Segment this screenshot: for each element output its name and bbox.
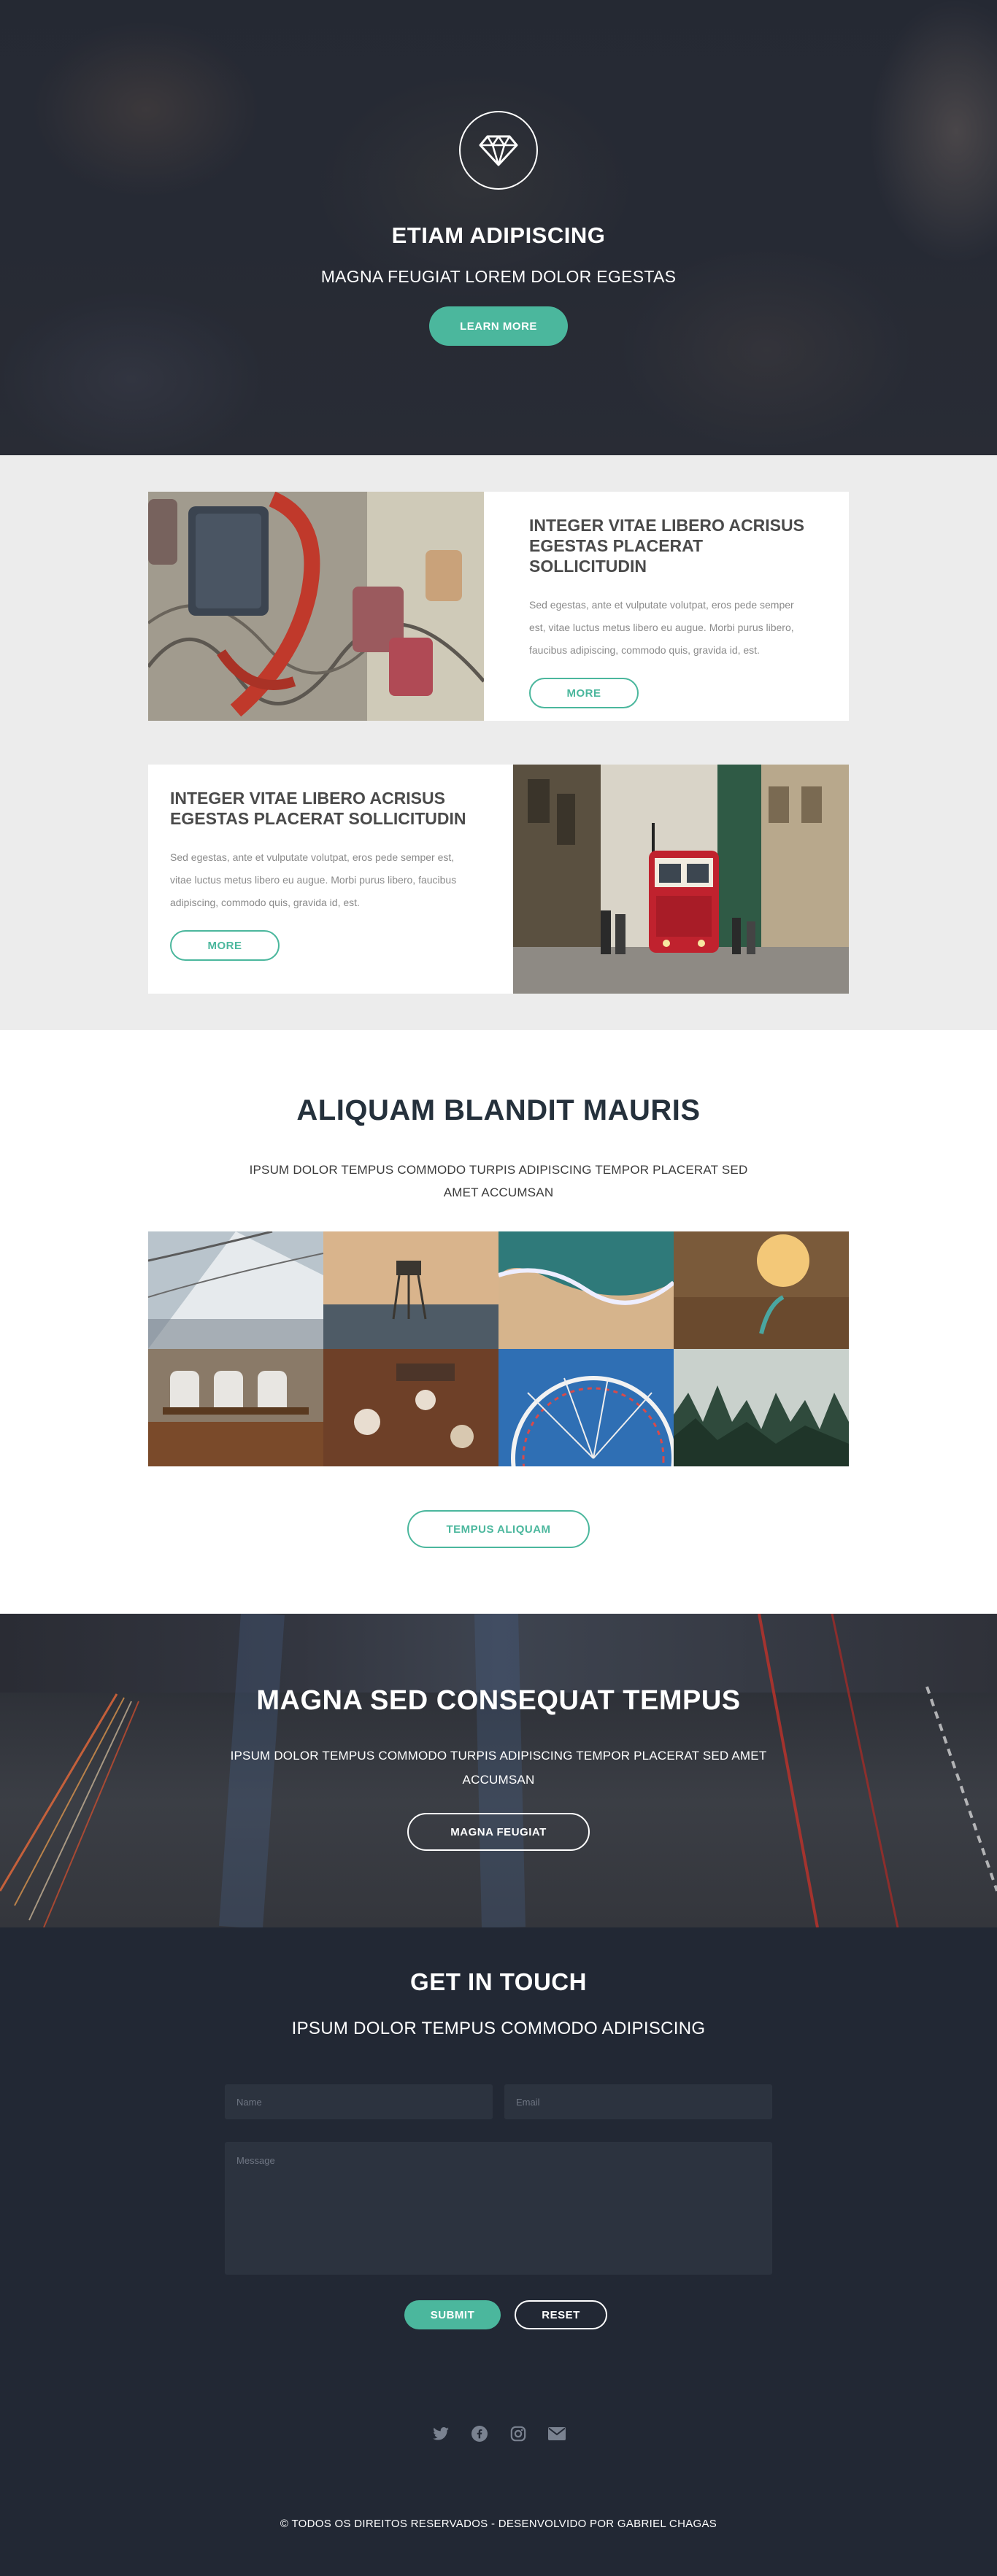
feature-card: INTEGER VITAE LIBERO ACRISUS EGESTAS PLA… bbox=[148, 492, 849, 721]
banner-title: MAGNA SED CONSEQUAT TEMPUS bbox=[256, 1685, 741, 1716]
reset-button[interactable]: RESET bbox=[515, 2300, 607, 2329]
banner-subtitle: IPSUM DOLOR TEMPUS COMMODO TURPIS ADIPIS… bbox=[230, 1749, 767, 1787]
gallery-grid bbox=[148, 1231, 849, 1466]
feature-text: Sed egestas, ante et vulputate volutpat,… bbox=[529, 599, 794, 656]
sail-photo[interactable] bbox=[148, 1231, 323, 1349]
feature-text: Sed egestas, ante et vulputate volutpat,… bbox=[170, 851, 457, 908]
misty-forest-photo[interactable] bbox=[674, 1349, 849, 1466]
gallery-subtitle: IPSUM DOLOR TEMPUS COMMODO TURPIS ADIPIS… bbox=[249, 1163, 748, 1199]
twitter-icon[interactable] bbox=[431, 2424, 450, 2442]
instagram-icon[interactable] bbox=[509, 2424, 527, 2442]
dining-chairs-photo[interactable] bbox=[148, 1349, 323, 1466]
contact-title: GET IN TOUCH bbox=[410, 1968, 587, 1995]
name-field[interactable] bbox=[225, 2084, 493, 2119]
message-field[interactable] bbox=[225, 2142, 772, 2275]
facebook-icon[interactable] bbox=[470, 2424, 488, 2442]
surfboard-sunset-photo[interactable] bbox=[674, 1231, 849, 1349]
feature-card-body: INTEGER VITAE LIBERO ACRISUS EGESTAS PLA… bbox=[170, 765, 491, 994]
contact-subtitle: IPSUM DOLOR TEMPUS COMMODO ADIPISCING bbox=[291, 2019, 706, 2038]
red-tram-photo bbox=[513, 765, 849, 994]
magna-feugiat-button[interactable]: MAGNA FEUGIAT bbox=[407, 1813, 590, 1851]
ferris-wheel-photo[interactable] bbox=[498, 1349, 674, 1466]
gallery-title: ALIQUAM BLANDIT MAURIS bbox=[296, 1094, 701, 1126]
footer-copyright: © TODOS OS DIREITOS RESERVADOS - DESENVO… bbox=[280, 2518, 717, 2530]
feature-title: INTEGER VITAE LIBERO ACRISUS EGESTAS PLA… bbox=[529, 516, 804, 576]
more-button[interactable]: MORE bbox=[170, 930, 280, 961]
social-links bbox=[0, 2424, 997, 2442]
envelope-icon[interactable] bbox=[547, 2424, 566, 2442]
submit-button[interactable]: SUBMIT bbox=[404, 2300, 501, 2329]
coffee-table-photo[interactable] bbox=[323, 1349, 498, 1466]
feature-title: INTEGER VITAE LIBERO ACRISUS EGESTAS PLA… bbox=[170, 789, 466, 828]
learn-more-button[interactable]: LEARN MORE bbox=[429, 306, 568, 346]
feature-card-body: INTEGER VITAE LIBERO ACRISUS EGESTAS PLA… bbox=[507, 492, 828, 721]
lifeguard-tower-photo[interactable] bbox=[323, 1231, 498, 1349]
hero-section: ETIAM ADIPISCING MAGNA FEUGIAT LOREM DOL… bbox=[0, 0, 997, 455]
tempus-aliquam-button[interactable]: TEMPUS ALIQUAM bbox=[407, 1510, 590, 1548]
gallery-section: ALIQUAM BLANDIT MAURIS IPSUM DOLOR TEMPU… bbox=[0, 1030, 997, 1614]
more-button[interactable]: MORE bbox=[529, 678, 639, 708]
contact-section: GET IN TOUCH IPSUM DOLOR TEMPUS COMMODO … bbox=[0, 1927, 997, 2576]
features-section: INTEGER VITAE LIBERO ACRISUS EGESTAS PLA… bbox=[0, 455, 997, 1030]
beach-waves-photo[interactable] bbox=[498, 1231, 674, 1349]
hero-subtitle: MAGNA FEUGIAT LOREM DOLOR EGESTAS bbox=[320, 267, 677, 286]
feature-card: INTEGER VITAE LIBERO ACRISUS EGESTAS PLA… bbox=[148, 765, 849, 994]
email-field[interactable] bbox=[504, 2084, 772, 2119]
diamond-icon bbox=[459, 111, 538, 190]
banner-section: MAGNA SED CONSEQUAT TEMPUS IPSUM DOLOR T… bbox=[0, 1614, 997, 1927]
hero-title: ETIAM ADIPISCING bbox=[391, 223, 606, 248]
padlocks-photo bbox=[148, 492, 484, 721]
